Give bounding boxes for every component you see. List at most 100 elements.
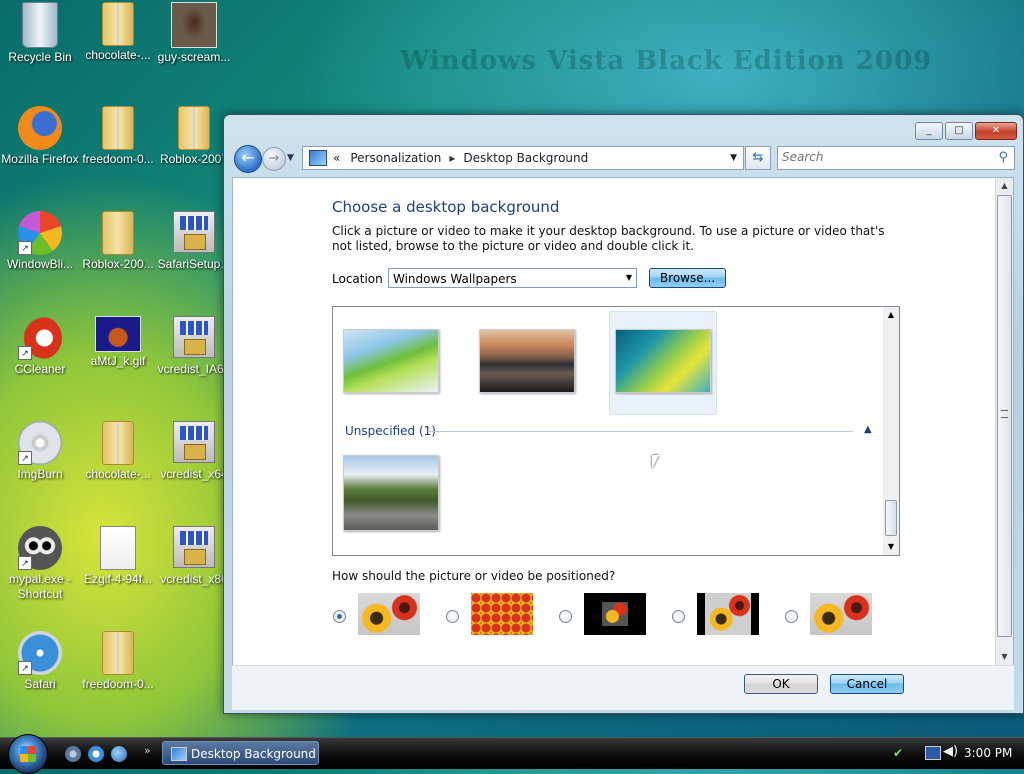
minimize-button[interactable]: _ <box>915 122 943 140</box>
forward-button[interactable]: → <box>262 147 286 171</box>
page-description: Click a picture or video to make it your… <box>332 224 885 253</box>
security-check-icon[interactable]: ✔ <box>893 746 903 760</box>
internet-explorer-icon[interactable] <box>111 746 127 762</box>
scrollbar-thumb[interactable] <box>997 195 1012 637</box>
chevron-down-icon: ▼ <box>287 153 294 163</box>
group-header-unspecified[interactable]: Unspecified (1) <box>345 424 436 438</box>
cancel-button[interactable]: Cancel <box>830 674 904 694</box>
desktop-icon-windowblinds[interactable]: ↗ WindowBli... <box>0 211 80 272</box>
desktop-icon-ezgif[interactable]: Ezgif-4-94f... <box>78 526 158 587</box>
position-radio-fit[interactable] <box>672 610 685 623</box>
mouse-cursor-icon <box>652 455 659 469</box>
installer-icon <box>173 211 215 253</box>
desktop-icon-guy-scream[interactable]: guy-scream... <box>154 2 234 65</box>
desktop-icon-safari[interactable]: ↗ Safari <box>0 631 80 692</box>
desktop-icon-freedoom-1[interactable]: freedoom-0... <box>78 106 158 167</box>
ok-button[interactable]: OK <box>744 674 818 694</box>
breadcrumb-separator-icon[interactable]: ▸ <box>449 151 455 165</box>
compass-icon: ↗ <box>18 631 62 675</box>
back-button[interactable]: ← <box>234 145 262 173</box>
position-fill-preview[interactable] <box>358 593 420 635</box>
desktop-icon-imgburn[interactable]: ↗ ImgBurn <box>0 421 80 482</box>
desktop-icon-recycle-bin[interactable]: Recycle Bin <box>0 2 80 65</box>
desktop-icon-roblox-2007[interactable]: Roblox-2007 <box>154 106 234 167</box>
shortcut-arrow-icon: ↗ <box>18 556 32 570</box>
breadcrumb-desktop-background[interactable]: Desktop Background <box>463 151 588 165</box>
disc-icon: ↗ <box>18 421 62 465</box>
desktop-icon-freedoom-2[interactable]: freedoom-0... <box>78 631 158 692</box>
search-input[interactable] <box>778 147 986 167</box>
breadcrumb-personalization[interactable]: Personalization <box>350 151 441 165</box>
breadcrumb-overflow[interactable]: « <box>333 151 340 165</box>
show-desktop-icon[interactable] <box>65 746 81 762</box>
wallpaper-thumbnail-vista[interactable] <box>615 329 711 393</box>
zip-folder-icon <box>102 2 134 46</box>
wallpaper-thumbnail-lake[interactable] <box>479 329 575 393</box>
desktop-watermark: Windows Vista Black Edition 2009 <box>400 46 933 76</box>
scroll-up-arrow-icon[interactable]: ▲ <box>883 307 899 323</box>
control-panel-icon <box>309 150 327 166</box>
desktop-icon-vcredist-ia64[interactable]: vcredist_IA64 <box>154 316 234 377</box>
position-tile-preview[interactable] <box>471 593 533 635</box>
desktop-icon-label: WindowBli... <box>6 257 74 271</box>
recent-pages-dropdown[interactable]: ▼ <box>287 153 294 163</box>
content-scrollbar[interactable]: ▲ ▼ <box>995 178 1013 665</box>
chevron-down-icon[interactable]: ▼ <box>730 153 737 163</box>
desktop-icon-label: vcredist_x64 <box>160 467 228 481</box>
desktop-icon-ccleaner[interactable]: ↗ CCleaner <box>0 316 80 377</box>
gallery-scrollbar[interactable]: ▲ ▼ <box>883 307 899 555</box>
desktop-icon-chocolate-1[interactable]: chocolate-... <box>78 2 158 63</box>
desktop-icon-vcredist-x86[interactable]: vcredist_x86 <box>154 526 234 587</box>
desktop-icon-firefox[interactable]: Mozilla Firefox <box>0 106 80 167</box>
desktop-icon-amtj-gif[interactable]: aMtJ_k.gif <box>78 316 158 369</box>
wallpaper-gallery: Unspecified (1) ▲ ▲ ▼ <box>332 306 900 556</box>
start-button[interactable] <box>8 734 48 774</box>
location-select[interactable]: Windows Wallpapers ▼ <box>388 268 637 288</box>
scroll-down-arrow-icon[interactable]: ▼ <box>883 539 899 555</box>
browse-button[interactable]: Browse... <box>649 268 726 288</box>
desktop-icon-roblox-200[interactable]: Roblox-200... <box>78 211 158 272</box>
safari-quicklaunch-icon[interactable] <box>88 746 104 762</box>
quicklaunch-overflow-icon[interactable]: » <box>144 744 151 757</box>
position-center-preview[interactable] <box>584 593 646 635</box>
position-radio-stretch[interactable] <box>785 610 798 623</box>
refresh-button[interactable]: ⇆ <box>745 146 771 170</box>
collapse-chevron-icon[interactable]: ▲ <box>864 424 872 435</box>
shortcut-arrow-icon: ↗ <box>18 241 32 255</box>
scrollbar-thumb[interactable] <box>885 500 897 536</box>
desktop-icon-label: Safari <box>24 677 56 691</box>
scroll-up-arrow-icon[interactable]: ▲ <box>996 178 1013 194</box>
taskbar-button-desktop-background[interactable]: Desktop Background <box>162 741 319 765</box>
network-icon[interactable] <box>925 746 941 760</box>
wallpaper-thumbnail-palm[interactable] <box>343 329 439 393</box>
refresh-icon: ⇆ <box>752 150 764 165</box>
desktop-icon-chocolate-2[interactable]: chocolate-... <box>78 421 158 482</box>
address-bar[interactable]: « Personalization ▸ Desktop Background ▼ <box>302 146 744 170</box>
position-stretch-preview[interactable] <box>810 593 872 635</box>
position-radio-fill[interactable] <box>333 610 346 623</box>
desktop-icon-label: mypal.exe - Shortcut <box>8 572 72 601</box>
installer-icon <box>173 421 215 463</box>
taskbar: » Desktop Background ✔ ◀) 3:00 PM <box>0 734 1024 774</box>
desktop-icon-label: Mozilla Firefox <box>1 152 79 166</box>
desktop-icon-safarisetup[interactable]: SafariSetup... <box>154 211 234 272</box>
desktop-icon-vcredist-x64[interactable]: vcredist_x64 <box>154 421 234 482</box>
installer-icon <box>173 526 215 568</box>
desktop-icon-label: freedoom-0... <box>82 677 154 691</box>
arrow-left-icon: ← <box>241 148 255 167</box>
wallpaper-thumbnail-road[interactable] <box>343 455 439 531</box>
scroll-down-arrow-icon[interactable]: ▼ <box>996 649 1013 665</box>
zip-folder-icon <box>102 631 134 675</box>
close-button[interactable]: ✕ <box>975 122 1017 140</box>
desktop-background-window: _ □ ✕ ← → ▼ « Personalization ▸ Desktop … <box>223 114 1024 714</box>
position-radio-center[interactable] <box>559 610 572 623</box>
search-icon[interactable]: ⚲ <box>998 150 1008 165</box>
firefox-icon <box>18 106 62 150</box>
volume-icon[interactable]: ◀) <box>943 744 958 759</box>
clock[interactable]: 3:00 PM <box>964 746 1012 760</box>
location-label: Location <box>332 272 383 286</box>
desktop-icon-mypal[interactable]: ↗ mypal.exe - Shortcut <box>0 526 80 602</box>
position-fit-preview[interactable] <box>697 593 759 635</box>
maximize-button[interactable]: □ <box>945 122 973 140</box>
position-radio-tile[interactable] <box>446 610 459 623</box>
